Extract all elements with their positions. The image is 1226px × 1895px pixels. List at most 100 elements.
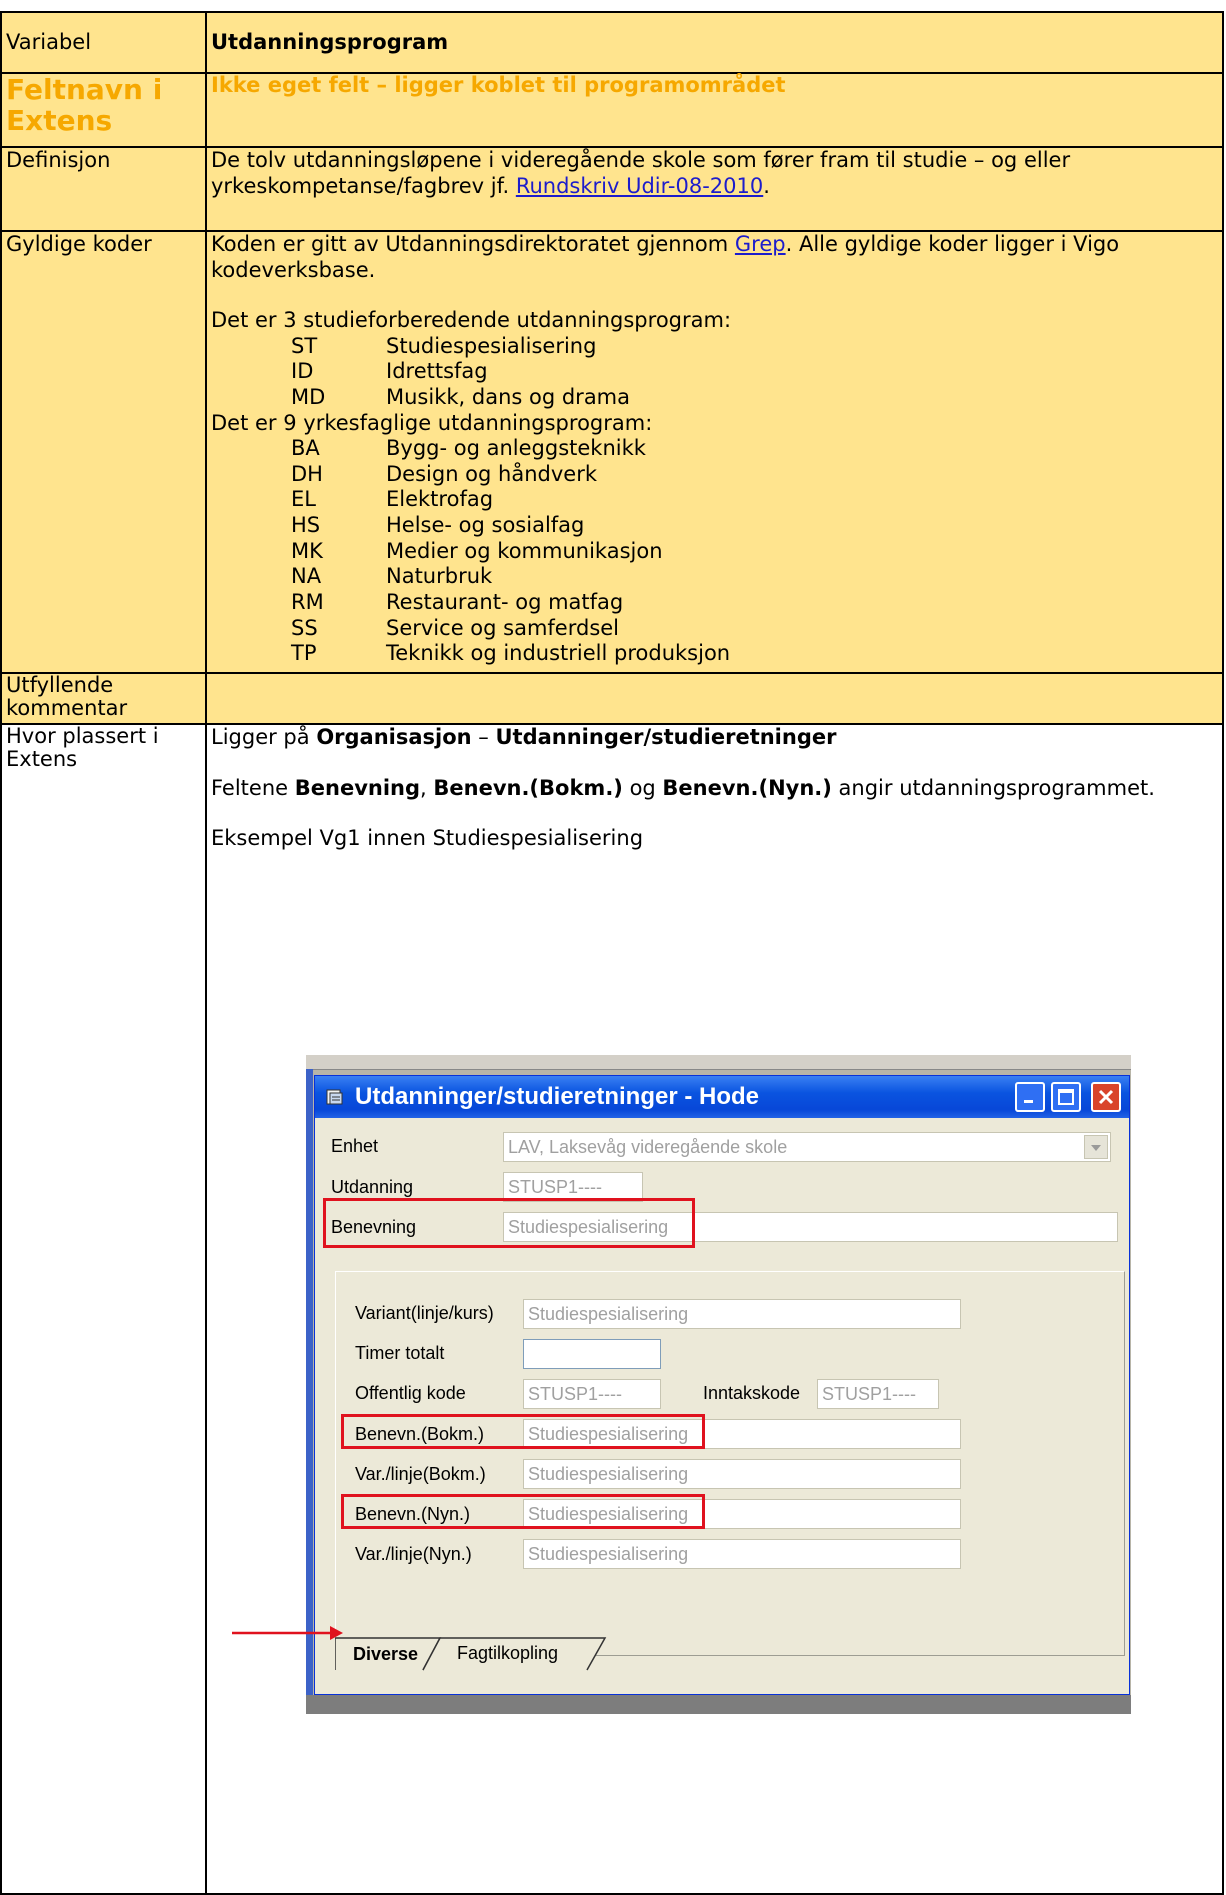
code-name: Service og samferdsel (386, 615, 620, 640)
hvor-line2: Feltene Benevning, Benevn.(Bokm.) og Ben… (211, 776, 1218, 802)
maximize-icon (1058, 1089, 1074, 1105)
row-feltnavn: Feltnavn i Extens Ikke eget felt – ligge… (0, 72, 1224, 148)
label-utfyllende: Utfyllende kommentar (0, 672, 207, 725)
background-window-bottom (306, 1695, 1131, 1714)
code-name: Elektrofag (386, 487, 494, 512)
grep-link[interactable]: Grep (735, 232, 786, 256)
code-item: DH Design og håndverk (211, 462, 1218, 488)
offentlig-field[interactable]: STUSP1---- (523, 1379, 661, 1409)
rundskriv-link[interactable]: Rundskriv Udir-08-2010 (516, 174, 763, 198)
code-item: EL Elektrofag (211, 487, 1218, 513)
chevron-down-icon[interactable] (1084, 1135, 1108, 1159)
hvor-line2-og: og (622, 775, 663, 800)
label-gyldige-koder: Gyldige koder (0, 230, 207, 674)
hvor-line2-benevning: Benevning (294, 775, 421, 800)
var-bokm-field[interactable]: Studiespesialisering (523, 1459, 961, 1489)
variable-name: Utdanningsprogram (205, 11, 1224, 74)
hvor-line3: Eksempel Vg1 innen Studiespesialisering (211, 826, 644, 851)
hvor-line2-comma: , (420, 775, 434, 800)
code-item: NA Naturbruk (211, 564, 1218, 590)
code: DH (291, 461, 323, 486)
close-button[interactable] (1091, 1082, 1121, 1112)
tab-diverse[interactable]: Diverse (353, 1644, 418, 1665)
definisjon-text: De tolv utdanningsløpene i videregående … (205, 146, 1224, 232)
code-name: Design og håndverk (386, 461, 597, 486)
utdanning-label: Utdanning (331, 1177, 414, 1197)
study-heading: Det er 3 studieforberedende utdanningspr… (211, 308, 732, 333)
code-name: Studiespesialisering (386, 333, 597, 358)
tab-fagtilkopling[interactable]: Fagtilkopling (457, 1643, 558, 1664)
background-window-strip (306, 1055, 1131, 1070)
inntak-field[interactable]: STUSP1---- (817, 1379, 939, 1409)
code-item: SS Service og samferdsel (211, 616, 1218, 642)
benevn-bokm-highlight (341, 1414, 705, 1449)
minimize-button[interactable] (1015, 1082, 1045, 1112)
hvor-line1: Ligger på Organisasjon – Utdanninger/stu… (211, 725, 1218, 751)
code-item: RM Restaurant- og matfag (211, 590, 1218, 616)
code: HS (291, 513, 321, 538)
maximize-button[interactable] (1051, 1082, 1081, 1112)
code: ST (291, 333, 318, 358)
benevning-highlight (323, 1198, 695, 1248)
dialog-titlebar: Utdanninger/studieretninger - Hode (315, 1076, 1129, 1118)
code: RM (291, 589, 324, 614)
label-hvor-plassert: Hvor plassert i Extens (0, 723, 207, 1895)
code-name: Bygg- og anleggsteknikk (386, 436, 646, 461)
gyldige-intro-before: Koden er gitt av Utdanningsdirektoratet … (211, 232, 735, 256)
feltnavn-value: Ikke eget felt – ligger koblet til progr… (205, 72, 1224, 148)
variant-label: Variant(linje/kurs) (355, 1303, 494, 1323)
code: BA (291, 436, 320, 461)
code-item: MD Musikk, dans og drama (211, 385, 1218, 411)
code: MD (291, 385, 326, 410)
code: NA (291, 564, 322, 589)
code-item: BA Bygg- og anleggsteknikk (211, 436, 1218, 462)
background-window-edge (306, 1069, 313, 1714)
code-item: HS Helse- og sosialfag (211, 513, 1218, 539)
dialog-window: Utdanninger/studieretninger - Hode Enhet… (314, 1075, 1130, 1695)
hvor-line1-menu: Utdanninger/studieretninger (495, 725, 837, 749)
enhet-select[interactable]: LAV, Laksevåg videregående skole (503, 1132, 1111, 1162)
label-definisjon: Definisjon (0, 146, 207, 232)
enhet-value: LAV, Laksevåg videregående skole (508, 1137, 788, 1157)
timer-field[interactable] (523, 1339, 661, 1369)
gyldige-koder-content: Koden er gitt av Utdanningsdirektoratet … (205, 230, 1224, 674)
code-name: Naturbruk (386, 564, 493, 589)
code: MK (291, 538, 323, 563)
row-gyldige-koder: Gyldige koder Koden er gitt av Utdanning… (0, 230, 1224, 674)
code-item: ST Studiespesialisering (211, 334, 1218, 360)
hvor-line1-organisasjon: Organisasjon (316, 725, 472, 749)
offentlig-label: Offentlig kode (355, 1383, 466, 1403)
var-bokm-label: Var./linje(Bokm.) (355, 1464, 486, 1484)
code: ID (291, 359, 314, 384)
code-name: Helse- og sosialfag (386, 513, 585, 538)
code-name: Musikk, dans og drama (386, 385, 631, 410)
vocational-heading: Det er 9 yrkesfaglige utdanningsprogram: (211, 410, 653, 435)
dialog-title: Utdanninger/studieretninger - Hode (355, 1083, 760, 1110)
timer-label: Timer totalt (355, 1343, 445, 1363)
vocational-code-list: BA Bygg- og anleggsteknikk DH Design og hån… (211, 436, 1218, 666)
code-item: MK Medier og kommunikasjon (211, 539, 1218, 565)
hvor-line2-bokm: Benevn.(Bokm.) (433, 775, 623, 800)
code-name: Medier og kommunikasjon (386, 538, 663, 563)
variant-field[interactable]: Studiespesialisering (523, 1299, 961, 1329)
hvor-line2-a: Feltene (211, 775, 295, 800)
study-code-list: ST Studiespesialisering ID Idrettsfag MD Musi… (211, 334, 1218, 411)
utfyllende-value (205, 672, 1224, 725)
var-nyn-field[interactable]: Studiespesialisering (523, 1539, 961, 1569)
label-variabel: Variabel (0, 11, 207, 74)
gyldige-intro: Koden er gitt av Utdanningsdirektoratet … (211, 232, 1218, 283)
inntak-label: Inntakskode (703, 1383, 801, 1403)
dialog-screenshot: Utdanninger/studieretninger - Hode Enhet… (306, 1055, 1131, 1714)
row-variabel: Variabel Utdanningsprogram (0, 11, 1224, 74)
hvor-line1-a: Ligger på (211, 725, 317, 749)
code-name: Idrettsfag (386, 359, 488, 384)
benevn-nyn-highlight (341, 1494, 705, 1529)
row-utfyllende: Utfyllende kommentar (0, 672, 1224, 725)
hvor-line1-dash: – (471, 725, 496, 749)
enhet-label: Enhet (331, 1136, 379, 1156)
code: TP (291, 641, 317, 666)
code-item: ID Idrettsfag (211, 359, 1218, 385)
close-icon (1098, 1089, 1114, 1105)
code: SS (291, 615, 318, 640)
minimize-icon (1024, 1100, 1033, 1103)
